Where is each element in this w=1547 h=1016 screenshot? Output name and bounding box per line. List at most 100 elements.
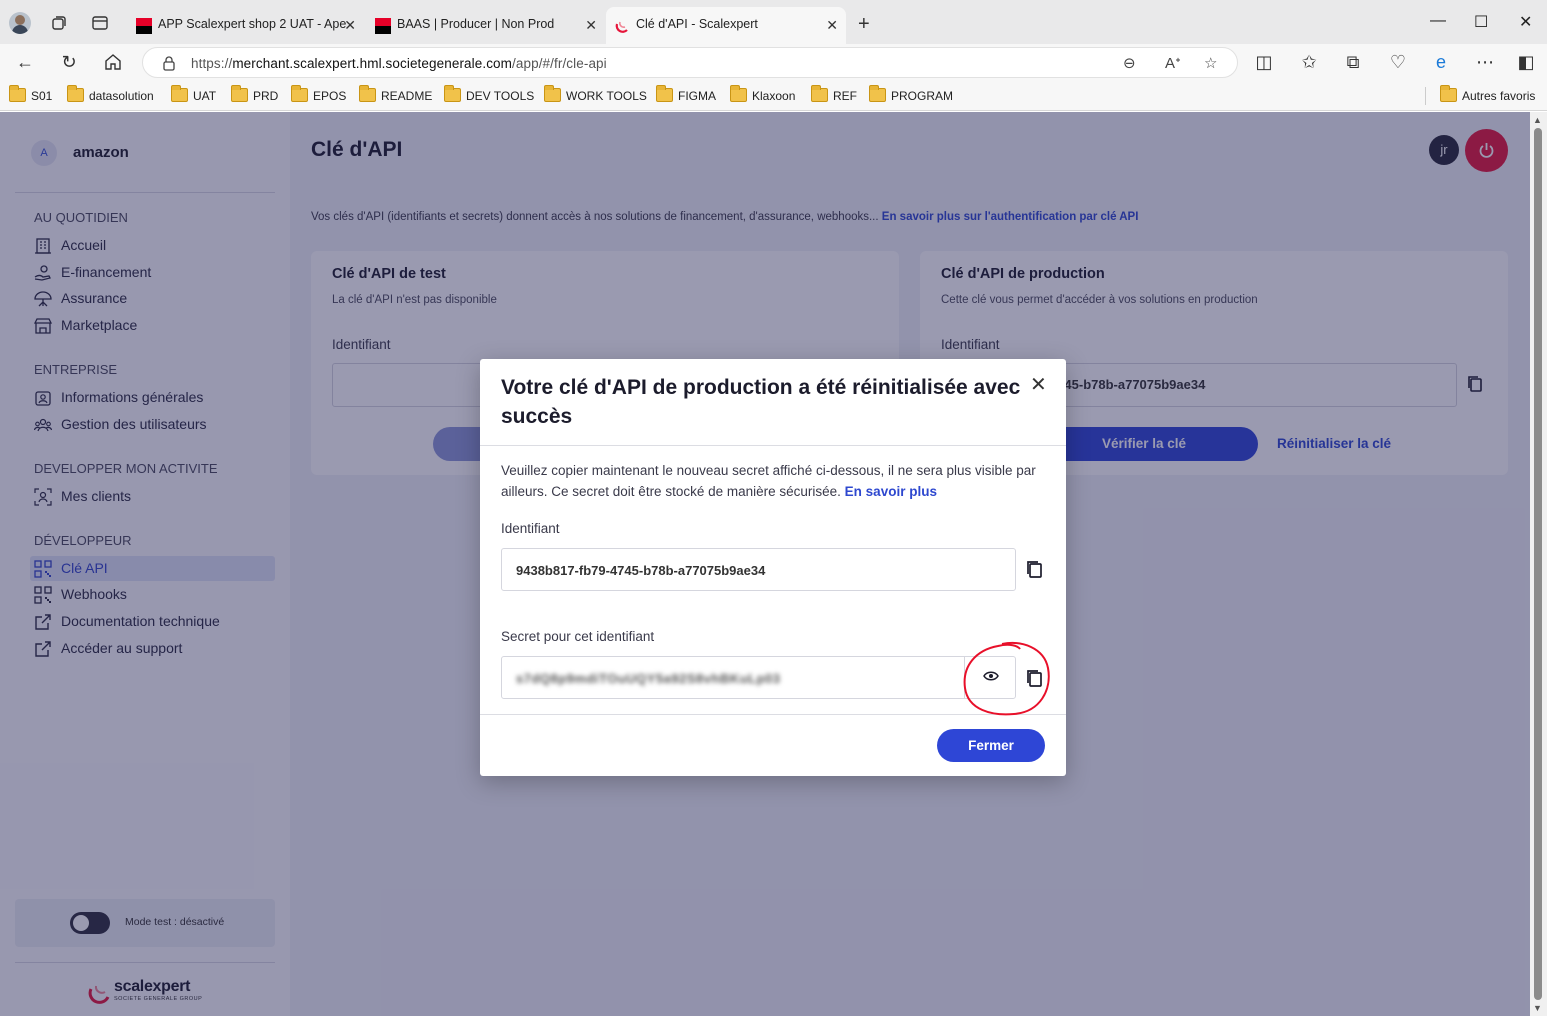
societe-generale-favicon-icon (375, 18, 391, 34)
dialog-divider (480, 445, 1066, 446)
collections-icon[interactable]: ⧉ (1343, 52, 1363, 72)
read-aloud-icon[interactable]: Aᐩ (1165, 54, 1181, 72)
tab-actions-icon[interactable] (91, 14, 109, 32)
folder-icon (67, 85, 84, 102)
folder-icon (544, 85, 561, 102)
favorite-label: S01 (31, 89, 53, 103)
folder-icon (869, 85, 886, 102)
scrollbar-thumb[interactable] (1534, 128, 1542, 1000)
tab-cle-api[interactable]: Clé d'API - Scalexpert ✕ (606, 7, 846, 44)
identifier-field[interactable]: 9438b817-fb79-4745-b78b-a77075b9ae34 (501, 548, 1016, 591)
workspaces-icon[interactable] (50, 14, 68, 32)
favorite-work-tools[interactable]: WORK TOOLS (544, 85, 647, 103)
favorites-bar: S01 datasolution UAT PRD EPOS README DEV… (0, 81, 1547, 111)
folder-icon (171, 85, 188, 102)
folder-icon (231, 85, 248, 102)
tab-scalexpert-shop[interactable]: APP Scalexpert shop 2 UAT - Ape ✕ (128, 7, 364, 44)
favorite-label: DEV TOOLS (466, 89, 535, 103)
close-window-icon[interactable]: ✕ (1519, 12, 1532, 32)
favorite-prd[interactable]: PRD (231, 85, 279, 103)
zoom-icon[interactable]: ⊖ (1123, 54, 1136, 72)
identifier-value: 9438b817-fb79-4745-b78b-a77075b9ae34 (516, 563, 766, 578)
favorites-divider (1425, 87, 1426, 105)
secret-value: s7dQ8p9mdiTOuUQY5a92S8vhBKuLp03 (516, 671, 781, 686)
favorite-label: UAT (193, 89, 217, 103)
folder-icon (444, 85, 461, 102)
favorite-label: REF (833, 89, 857, 103)
page-scrollbar[interactable]: ▲ ▼ (1530, 112, 1547, 1016)
favorite-label: PROGRAM (891, 89, 954, 103)
sidebar-toggle-icon[interactable]: ◧ (1516, 52, 1536, 72)
tab-title: Clé d'API - Scalexpert (636, 17, 758, 31)
refresh-icon[interactable]: ↻ (59, 52, 79, 72)
browser-nav-bar: ← ↻ https://merchant.scalexpert.hml.soci… (0, 44, 1547, 81)
favorite-label: FIGMA (678, 89, 716, 103)
favorite-star-icon[interactable]: ☆ (1204, 54, 1217, 72)
close-tab-icon[interactable]: ✕ (344, 17, 356, 34)
folder-icon (730, 85, 747, 102)
dialog-text: Veuillez copier maintenant le nouveau se… (501, 463, 1036, 499)
favorite-s01[interactable]: S01 (9, 85, 53, 103)
url-prefix: https:// (191, 56, 233, 71)
favorite-other[interactable]: Autres favoris (1440, 85, 1536, 103)
tab-baas-producer[interactable]: BAAS | Producer | Non Prod ✕ (367, 7, 605, 44)
back-icon[interactable]: ← (15, 52, 35, 72)
lock-icon[interactable] (162, 55, 176, 71)
societe-generale-favicon-icon (136, 18, 152, 34)
maximize-icon[interactable]: ☐ (1474, 12, 1488, 32)
url-host: merchant.scalexpert.hml.societegenerale.… (232, 56, 513, 71)
url-text[interactable]: https://merchant.scalexpert.hml.societeg… (191, 56, 607, 71)
close-tab-icon[interactable]: ✕ (585, 17, 597, 34)
secret-field[interactable]: s7dQ8p9mdiTOuUQY5a92S8vhBKuLp03 (501, 656, 1016, 699)
favorites-icon[interactable]: ✩ (1299, 52, 1319, 72)
close-tab-icon[interactable]: ✕ (826, 17, 838, 34)
favorite-label: EPOS (313, 89, 347, 103)
url-path: /app/#/fr/cle-api (512, 56, 607, 71)
favorite-label: Klaxoon (752, 89, 796, 103)
identifier-label: Identifiant (501, 521, 560, 536)
favorite-uat[interactable]: UAT (171, 85, 217, 103)
folder-icon (9, 85, 26, 102)
new-tab-icon[interactable]: + (858, 13, 870, 36)
folder-icon (291, 85, 308, 102)
close-icon[interactable]: ✕ (1030, 375, 1047, 395)
favorite-figma[interactable]: FIGMA (656, 85, 716, 103)
home-icon[interactable] (103, 52, 123, 72)
folder-icon (359, 85, 376, 102)
favorite-label: README (381, 89, 433, 103)
folder-icon (656, 85, 673, 102)
scroll-up-icon[interactable]: ▲ (1533, 115, 1542, 125)
favorite-dev-tools[interactable]: DEV TOOLS (444, 85, 535, 103)
favorite-program[interactable]: PROGRAM (869, 85, 954, 103)
folder-icon (1440, 85, 1457, 102)
scroll-down-icon[interactable]: ▼ (1533, 1003, 1542, 1013)
more-icon[interactable]: ⋯ (1475, 52, 1495, 72)
close-button[interactable]: Fermer (937, 729, 1045, 762)
address-bar[interactable]: https://merchant.scalexpert.hml.societeg… (142, 47, 1238, 78)
annotation-circle (963, 642, 1050, 716)
favorite-label: Autres favoris (1462, 89, 1536, 103)
favorite-ref[interactable]: REF (811, 85, 857, 103)
edge-icon[interactable]: e (1431, 52, 1451, 72)
scalexpert-favicon-icon (615, 21, 628, 33)
learn-more-link[interactable]: En savoir plus (845, 484, 937, 499)
tab-title: APP Scalexpert shop 2 UAT - Ape (158, 17, 347, 31)
dialog-message: Veuillez copier maintenant le nouveau se… (501, 460, 1046, 502)
browser-tab-bar: APP Scalexpert shop 2 UAT - Ape ✕ BAAS |… (0, 0, 1547, 44)
favorite-label: WORK TOOLS (566, 89, 647, 103)
favorite-klaxoon[interactable]: Klaxoon (730, 85, 796, 103)
folder-icon (811, 85, 828, 102)
split-screen-icon[interactable]: ◫ (1254, 52, 1274, 72)
tab-title: BAAS | Producer | Non Prod (397, 17, 555, 31)
performance-icon[interactable]: ♡ (1388, 52, 1408, 72)
favorite-label: datasolution (89, 89, 154, 103)
favorite-label: PRD (253, 89, 279, 103)
copy-identifier-icon[interactable] (1026, 560, 1043, 579)
favorite-datasolution[interactable]: datasolution (67, 85, 154, 103)
favorite-epos[interactable]: EPOS (291, 85, 347, 103)
favorite-readme[interactable]: README (359, 85, 433, 103)
dialog-title: Votre clé d'API de production a été réin… (501, 376, 1021, 428)
minimize-icon[interactable]: — (1430, 12, 1446, 30)
secret-label: Secret pour cet identifiant (501, 629, 655, 644)
profile-avatar[interactable] (9, 12, 31, 34)
